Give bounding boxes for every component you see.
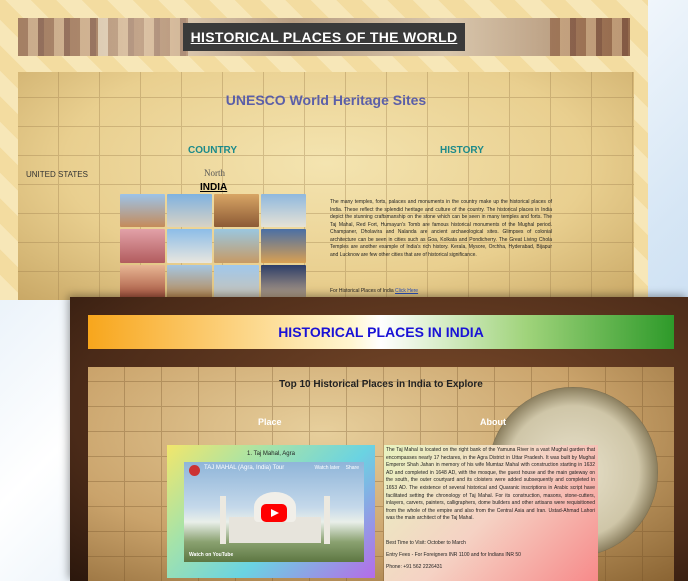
map-panel: UNESCO World Heritage Sites COUNTRY HIST… bbox=[18, 72, 634, 300]
monument-photo[interactable] bbox=[167, 264, 212, 298]
monument-photo[interactable] bbox=[167, 194, 212, 228]
country-label: INDIA bbox=[200, 182, 228, 193]
column-header-place: Place bbox=[258, 417, 282, 427]
tab-history[interactable]: HISTORY bbox=[440, 145, 484, 156]
tab-country[interactable]: COUNTRY bbox=[188, 145, 237, 156]
india-header: HISTORICAL PLACES IN INDIA bbox=[88, 315, 674, 349]
place-title: 1. Taj Mahal, Agra bbox=[247, 451, 295, 457]
best-time: Best Time to Visit: October to March bbox=[386, 540, 466, 546]
monument-photo[interactable] bbox=[167, 229, 212, 263]
india-link-prefix: For Historical Places of India bbox=[330, 288, 394, 294]
play-button-icon[interactable] bbox=[261, 504, 287, 522]
unesco-heading: UNESCO World Heritage Sites bbox=[225, 92, 427, 108]
minaret bbox=[324, 496, 330, 544]
watch-on-label: Watch on bbox=[189, 552, 212, 558]
india-link-line: For Historical Places of India Click Her… bbox=[330, 288, 418, 294]
banner-decoration-left bbox=[18, 18, 98, 56]
banner-decoration-mid bbox=[108, 18, 188, 56]
monument-photo[interactable] bbox=[214, 194, 259, 228]
column-header-about: About bbox=[480, 417, 506, 427]
world-heritage-page: HISTORICAL PLACES OF THE WORLD UNESCO Wo… bbox=[0, 0, 648, 300]
india-click-here-link[interactable]: Click Here bbox=[395, 288, 418, 294]
map-label-north: North bbox=[204, 168, 225, 178]
india-header-title: HISTORICAL PLACES IN INDIA bbox=[278, 324, 484, 340]
watch-on-youtube[interactable]: Watch on YouTube bbox=[189, 552, 233, 558]
channel-avatar-icon[interactable] bbox=[189, 465, 200, 476]
monument-photo[interactable] bbox=[261, 264, 306, 298]
map-label-us: UNITED STATES bbox=[26, 170, 88, 179]
world-banner: HISTORICAL PLACES OF THE WORLD bbox=[18, 18, 630, 56]
monument-photo[interactable] bbox=[261, 229, 306, 263]
place-card: 1. Taj Mahal, Agra TAJ MAHAL (Agra, Indi… bbox=[167, 445, 375, 578]
monument-photo[interactable] bbox=[214, 264, 259, 298]
banner-decoration-right bbox=[550, 18, 630, 56]
monument-photo[interactable] bbox=[120, 194, 165, 228]
video-title[interactable]: TAJ MAHAL (Agra, India) Tour bbox=[204, 465, 284, 471]
banner-title: HISTORICAL PLACES OF THE WORLD bbox=[182, 23, 466, 51]
about-panel: The Taj Mahal is located on the right ba… bbox=[384, 445, 598, 581]
video-actions: Watch later Share bbox=[315, 465, 359, 471]
monument-photo[interactable] bbox=[120, 229, 165, 263]
phone: Phone: +91 562 2226431 bbox=[386, 564, 443, 570]
youtube-logo: YouTube bbox=[212, 552, 234, 558]
monument-photo[interactable] bbox=[120, 264, 165, 298]
minaret bbox=[220, 496, 226, 544]
monument-photo[interactable] bbox=[261, 194, 306, 228]
entry-fee: Entry Fees - For Foreigners INR 1100 and… bbox=[386, 552, 521, 558]
share-icon[interactable]: Share bbox=[346, 465, 359, 471]
watch-later-icon[interactable]: Watch later bbox=[315, 465, 340, 471]
youtube-video-embed[interactable]: TAJ MAHAL (Agra, India) Tour Watch later… bbox=[184, 462, 364, 562]
top10-heading: Top 10 Historical Places in India to Exp… bbox=[279, 379, 483, 390]
monument-photo[interactable] bbox=[214, 229, 259, 263]
india-places-page: HISTORICAL PLACES IN INDIA Top 10 Histor… bbox=[70, 297, 688, 581]
india-description: The many temples, forts, palaces and mon… bbox=[330, 199, 552, 258]
monument-photo-grid bbox=[120, 194, 306, 298]
about-text: The Taj Mahal is located on the right ba… bbox=[386, 447, 595, 522]
